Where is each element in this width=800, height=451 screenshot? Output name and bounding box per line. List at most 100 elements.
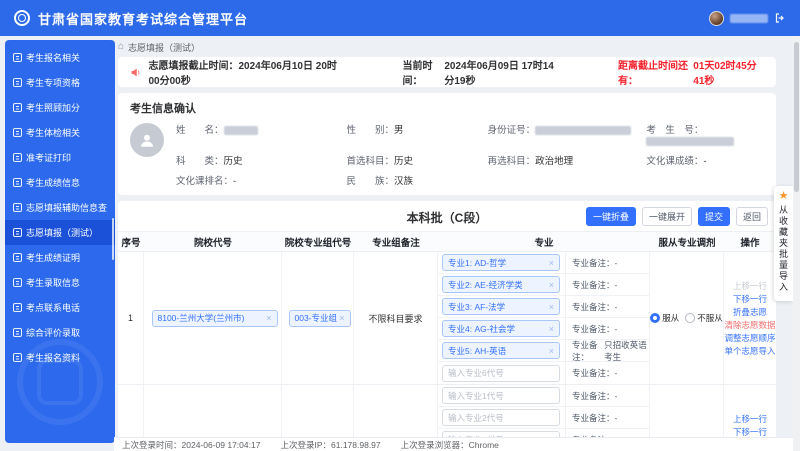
clear-data-link[interactable]: 清除志愿数据	[724, 319, 775, 331]
user-avatar[interactable]	[709, 11, 724, 26]
menu-icon	[13, 53, 22, 62]
major-subrow: 专业1: AD-哲学× 专业备注：-	[438, 252, 649, 274]
major-note: 专业备注：-	[565, 296, 649, 317]
col-adjust: 服从专业调剂	[650, 235, 724, 249]
clear-icon[interactable]: ×	[549, 258, 554, 268]
megaphone-icon	[130, 65, 142, 80]
menu-icon	[13, 253, 22, 262]
candidate-no-redacted	[646, 137, 734, 146]
gender-value: 男	[394, 125, 404, 136]
major-code-input[interactable]	[442, 409, 560, 426]
sidebar-item-zhunkaozheng[interactable]: 准考证打印	[5, 145, 115, 170]
second-subject-label: 再选科目：	[488, 156, 536, 167]
gender-label: 性 别：	[347, 125, 395, 136]
major-note: 专业备注：-	[565, 362, 649, 384]
clear-icon[interactable]: ×	[549, 302, 554, 312]
subject-value: 历史	[224, 156, 243, 167]
group-select[interactable]: 003-专业组 ×	[289, 310, 351, 327]
last-login-time-label: 上次登录时间：	[122, 440, 182, 450]
clear-icon[interactable]: ×	[549, 346, 554, 356]
sidebar-item-tijian[interactable]: 考生体检相关	[5, 120, 115, 145]
app-header: 甘肃省国家教育考试综合管理平台	[0, 0, 800, 36]
app-title: 甘肃省国家教育考试综合管理平台	[38, 9, 248, 28]
sidebar-scrollbar-thumb[interactable]	[112, 218, 114, 260]
radio-unselected-icon	[685, 313, 695, 323]
collapse-all-button[interactable]: 一键折叠	[586, 207, 636, 226]
sidebar-item-zhiyuan-tianbao[interactable]: 志愿填报（测试）	[5, 220, 115, 245]
import-single-link[interactable]: 单个志愿导入	[724, 345, 775, 357]
collapse-link[interactable]: 折叠志愿	[733, 306, 767, 318]
score-value: -	[703, 156, 706, 167]
sidebar-item-baoming[interactable]: 考生报名相关	[5, 45, 115, 70]
major-code-input[interactable]	[442, 387, 560, 404]
radio-selected-icon	[650, 313, 660, 323]
page-scrollbar-thumb[interactable]	[794, 42, 799, 192]
adjust-yes-radio[interactable]: 服从	[650, 312, 679, 324]
major-subrow: 专业备注：-	[438, 407, 649, 429]
clear-icon[interactable]: ×	[549, 280, 554, 290]
sidebar-item-chengji[interactable]: 考生成绩信息	[5, 170, 115, 195]
move-down-link[interactable]: 下移一行	[733, 426, 767, 438]
major-select[interactable]: 专业1: AD-哲学×	[442, 254, 560, 271]
col-group: 院校专业组代号	[282, 235, 354, 249]
star-icon: ★	[779, 191, 789, 202]
sidebar-item-kaodian[interactable]: 考点联系电话	[5, 295, 115, 320]
move-down-link[interactable]: 下移一行	[733, 293, 767, 305]
menu-icon	[13, 278, 22, 287]
favorites-import-tab[interactable]: ★ 从收藏夹批量导入	[774, 186, 793, 301]
major-subrow: 专业备注：-	[438, 385, 649, 407]
move-up-link[interactable]: 上移一行	[733, 280, 767, 292]
col-college: 院校代号	[144, 235, 282, 249]
major-code-input[interactable]	[442, 365, 560, 382]
current-time-value: 2024年06月09日 17时14分19秒	[444, 57, 562, 87]
menu-icon	[13, 328, 22, 337]
major-select[interactable]: 专业4: AG-社会学×	[442, 320, 560, 337]
major-subrow: 专业2: AE-经济学类× 专业备注：-	[438, 274, 649, 296]
first-subject-value: 历史	[394, 156, 413, 167]
sidebar-item-zhuanxiang[interactable]: 考生专项资格	[5, 70, 115, 95]
clear-icon[interactable]: ×	[339, 313, 344, 323]
clear-icon[interactable]: ×	[266, 313, 271, 323]
college-select[interactable]: 8100-兰州大学(兰州市) ×	[152, 310, 278, 327]
clear-icon[interactable]: ×	[549, 324, 554, 334]
major-select[interactable]: 专业5: AH-英语×	[442, 342, 560, 359]
sidebar-item-jiafen[interactable]: 考生照顾加分	[5, 95, 115, 120]
major-subrow: 专业备注：-	[438, 362, 649, 384]
ethnic-label: 民 族：	[347, 176, 395, 187]
back-button[interactable]: 返回	[736, 207, 768, 226]
col-index: 序号	[118, 235, 144, 249]
major-select[interactable]: 专业2: AE-经济学类×	[442, 276, 560, 293]
major-note: 专业备注：-	[565, 318, 649, 339]
adjust-no-radio[interactable]: 不服从	[685, 312, 723, 324]
reorder-link[interactable]: 调整志愿顺序	[724, 332, 775, 344]
logout-icon[interactable]	[774, 12, 786, 24]
expand-all-button[interactable]: 一键展开	[642, 207, 692, 226]
group-note: 不限科目要求	[354, 252, 438, 384]
major-note: 专业备注：-	[565, 252, 649, 273]
name-label: 姓 名：	[176, 125, 224, 136]
sidebar-watermark	[17, 339, 103, 425]
candidate-info-card: 考生信息确认 姓 名： 性 别：男 身份证号： 考 生 号： 科 类：历史 首选…	[118, 93, 776, 195]
row-index: 1	[118, 252, 144, 384]
favorites-import-label: 从收藏夹批量导入	[777, 205, 790, 293]
sidebar-item-luqu[interactable]: 考生录取信息	[5, 270, 115, 295]
sidebar-item-chengji-zhengming[interactable]: 考生成绩证明	[5, 245, 115, 270]
page-scrollbar[interactable]	[793, 36, 800, 451]
app-logo-icon	[14, 10, 30, 26]
col-major: 专业	[438, 235, 650, 249]
last-login-ip-value: 61.178.98.97	[331, 440, 381, 450]
score-label: 文化课成绩：	[646, 156, 703, 167]
sidebar-item-fuzhu[interactable]: 志愿填报辅助信息查询	[5, 195, 115, 220]
subject-label: 科 类：	[176, 156, 224, 167]
candidate-info-title: 考生信息确认	[130, 100, 764, 116]
menu-icon	[13, 78, 22, 87]
submit-button[interactable]: 提交	[698, 207, 730, 226]
home-icon: ⌂	[118, 42, 124, 52]
move-up-link[interactable]: 上移一行	[733, 413, 767, 425]
menu-icon	[13, 353, 22, 362]
major-select[interactable]: 专业3: AF-法学×	[442, 298, 560, 315]
breadcrumb[interactable]: ⌂ 志愿填报（测试）	[118, 39, 776, 55]
menu-icon	[13, 178, 22, 187]
second-subject-value: 政治地理	[535, 156, 573, 167]
candidate-avatar	[130, 123, 164, 157]
